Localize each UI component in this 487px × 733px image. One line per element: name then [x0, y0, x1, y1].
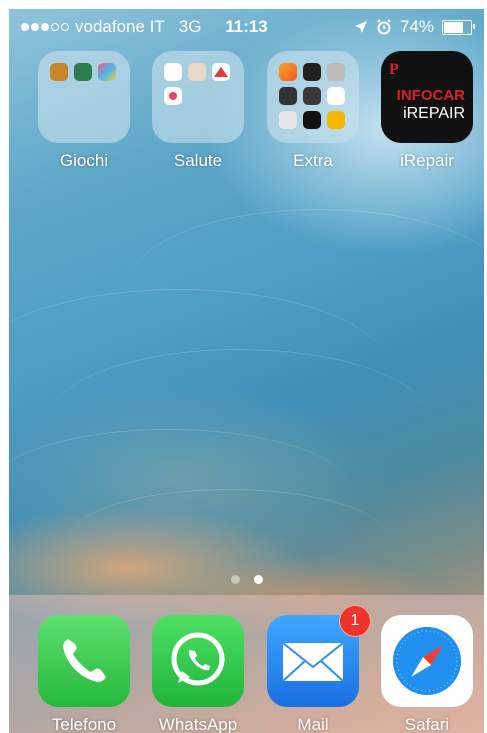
app-label: Mail — [297, 715, 329, 733]
app-telefono[interactable]: Telefono — [29, 615, 139, 733]
page-dot-active[interactable] — [253, 575, 263, 584]
app-label: Extra — [293, 151, 333, 170]
battery-icon — [442, 19, 475, 35]
app-irepair[interactable]: P INFOCAR iREPAIR iRepair — [372, 51, 482, 171]
folder-giochi[interactable]: Giochi — [29, 51, 139, 171]
app-label: Salute — [173, 151, 223, 170]
dock: Telefono WhatsApp 1 Mail Safari — [9, 595, 484, 733]
app-whatsapp[interactable]: WhatsApp — [143, 615, 253, 733]
alarm-icon — [377, 19, 391, 35]
irepair-icon: P INFOCAR iREPAIR — [381, 51, 473, 143]
page-indicator[interactable] — [9, 575, 484, 584]
app-label: Giochi — [59, 151, 109, 170]
location-arrow-icon — [354, 21, 367, 33]
app-label: Telefono — [51, 715, 117, 733]
whatsapp-icon — [152, 615, 244, 707]
extras-folder-icon — [267, 51, 359, 143]
irepair-logo-subtext: iREPAIR — [403, 105, 465, 122]
health-folder-icon — [152, 51, 244, 143]
app-label: Safari — [404, 715, 450, 733]
app-mail[interactable]: 1 Mail — [258, 605, 371, 733]
irepair-logo-mark: P — [389, 61, 399, 78]
home-screen: vodafone IT 3G 11:13 74% Giochi Salute E… — [9, 9, 484, 733]
games-folder-icon — [38, 51, 130, 143]
folder-salute[interactable]: Salute — [143, 51, 253, 171]
page-dot[interactable] — [230, 575, 240, 584]
app-label: WhatsApp — [158, 715, 238, 733]
status-bar: vodafone IT 3G 11:13 74% — [9, 9, 484, 43]
folder-extra[interactable]: Extra — [258, 51, 368, 171]
irepair-logo-text: INFOCAR — [396, 87, 465, 104]
safari-icon — [381, 615, 473, 707]
app-safari[interactable]: Safari — [372, 615, 482, 733]
app-label: iRepair — [400, 151, 454, 170]
battery-percent: 74% — [399, 17, 434, 36]
notification-badge: 1 — [339, 605, 371, 637]
phone-icon — [38, 615, 130, 707]
